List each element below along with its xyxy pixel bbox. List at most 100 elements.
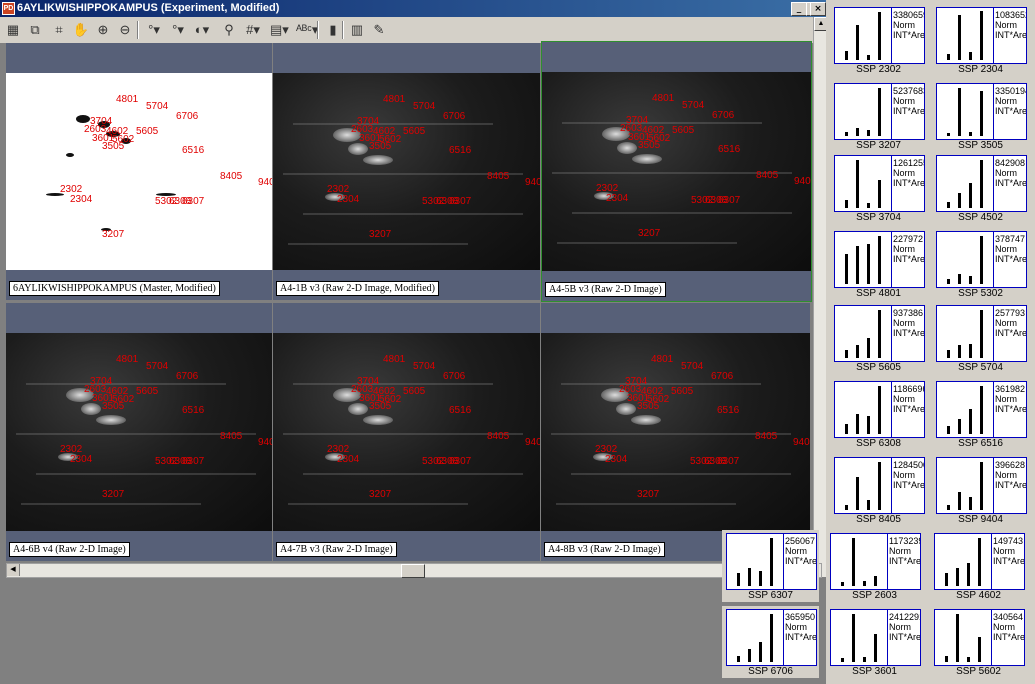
spot-label[interactable]: 6706 [176, 111, 198, 122]
spot-label[interactable]: 5605 [136, 386, 158, 397]
spot-label[interactable]: 2304 [70, 454, 92, 465]
minimize-button[interactable]: _ [791, 2, 807, 16]
spot-label[interactable]: 6706 [712, 110, 734, 121]
spot-label[interactable]: 6706 [711, 371, 733, 382]
spot-label[interactable]: 6706 [443, 111, 465, 122]
spot-label[interactable]: 9404 [793, 437, 810, 448]
spot-label[interactable]: 6307 [717, 456, 739, 467]
spot-label[interactable]: 6516 [717, 405, 739, 416]
spot-label[interactable]: 4801 [651, 354, 673, 365]
ssp-plot-tile[interactable]: 842908NormINT*Area SSP 4502 [932, 152, 1029, 224]
gel-image[interactable]: 4801 5704 6706 5605 3704 2603 4602 3601 5602 3505… [273, 333, 540, 531]
spot-label[interactable]: 5605 [136, 126, 158, 137]
spot-label[interactable]: 6516 [182, 145, 204, 156]
spot-label[interactable]: 3207 [102, 229, 124, 240]
zoom-in-icon[interactable]: ⊕ [94, 21, 112, 39]
ssp-plot-tile[interactable]: 12612554NormINT*Area SSP 3704 [830, 152, 927, 224]
spot-label[interactable]: 2304 [605, 454, 627, 465]
match-icon[interactable]: ⚲ [220, 21, 238, 39]
ssp-plot-tile[interactable]: 3350194NormINT*Area SSP 3505 [932, 80, 1029, 152]
spot-label[interactable]: 4801 [652, 93, 674, 104]
zoom-out-icon[interactable]: ⊖ [116, 21, 134, 39]
spot-label[interactable]: 5704 [413, 361, 435, 372]
spot-label[interactable]: 5704 [413, 101, 435, 112]
ssp-plot-tile[interactable]: 5237683NormINT*Area SSP 3207 [830, 80, 927, 152]
gel-panel-a4-6b[interactable]: 4801 5704 6706 5605 3704 2603 4602 3601 5602 3505… [6, 303, 272, 561]
ssp-plot-tile[interactable]: 227972NormINT*Area SSP 4801 [830, 228, 927, 300]
spot-label[interactable]: 4801 [383, 354, 405, 365]
spot-label[interactable]: 8405 [487, 431, 509, 442]
spot-label[interactable]: 3505 [102, 141, 124, 152]
spot-edit-icon[interactable]: °▾ [169, 21, 187, 39]
gel-panel-a4-1b[interactable]: 4801 5704 6706 5605 3704 2603 4602 3601 5602 3505… [273, 43, 540, 300]
spot-label[interactable]: 6516 [449, 405, 471, 416]
ssp-plot-tile[interactable]: 396628NormINT*Area SSP 9404 [932, 454, 1029, 526]
spot-label[interactable]: 5605 [403, 126, 425, 137]
ssp-plot-tile[interactable]: 937386NormINT*Area SSP 5605 [830, 302, 927, 374]
spot-label[interactable]: 6516 [182, 405, 204, 416]
spot-label[interactable]: 9404 [258, 437, 272, 448]
spot-label[interactable]: 6307 [449, 196, 471, 207]
spot-label[interactable]: 9404 [258, 177, 272, 188]
ssp-plot-tile[interactable]: 257793NormINT*Area SSP 5704 [932, 302, 1029, 374]
spot-label[interactable]: 3505 [638, 140, 660, 151]
spot-label[interactable]: 2304 [70, 194, 92, 205]
spot-label[interactable]: 5605 [672, 125, 694, 136]
ssp-plot-tile[interactable]: 3380659NormINT*Area SSP 2302 [830, 4, 927, 76]
spot-label[interactable]: 6706 [176, 371, 198, 382]
ssp-plot-tile[interactable]: 340564NormINT*Area SSP 5602 [930, 606, 1027, 678]
horizontal-scroll-thumb[interactable] [401, 564, 425, 578]
spot-label[interactable]: 4801 [116, 94, 138, 105]
spot-label[interactable]: 6706 [443, 371, 465, 382]
gel-panel-a4-8b[interactable]: 4801 5704 6706 5605 3704 2603 4602 3601 5602 3505… [541, 303, 810, 561]
ssp-plot-tile[interactable]: 378747NormINT*Area SSP 5302 [932, 228, 1029, 300]
ssp-plot-tile[interactable]: 11732397NormINT*Area SSP 2603 [826, 530, 923, 602]
spot-label[interactable]: 9404 [794, 176, 811, 187]
spot-label[interactable]: 9404 [525, 437, 540, 448]
spot-label[interactable]: 3207 [369, 229, 391, 240]
spot-label[interactable]: 8405 [220, 431, 242, 442]
spot-label[interactable]: 3505 [637, 401, 659, 412]
gel-image[interactable]: 4801 5704 6706 5605 3704 2603 4602 3601 5602 3505… [6, 73, 272, 270]
gel-panel-a4-5b[interactable]: 4801 5704 6706 5605 3704 2603 4602 3601 5602 3505… [541, 41, 812, 302]
gel-image[interactable]: 4801 5704 6706 5605 3704 2603 4602 3601 5602 3505… [273, 73, 540, 270]
spot-label[interactable]: 3207 [638, 228, 660, 239]
spot-label[interactable]: 3207 [369, 489, 391, 500]
spot-label[interactable]: 2304 [337, 454, 359, 465]
spot-label[interactable]: 8405 [755, 431, 777, 442]
spot-label[interactable]: 3207 [102, 489, 124, 500]
hand-pan-icon[interactable]: ✋ [72, 21, 90, 39]
spot-label[interactable]: 5704 [681, 361, 703, 372]
spot-label[interactable]: 3505 [102, 401, 124, 412]
spot-label[interactable]: 8405 [756, 170, 778, 181]
ssp-plot-tile[interactable]: 361982NormINT*Area SSP 6516 [932, 378, 1029, 450]
gel-image[interactable]: 4801 5704 6706 5605 3704 2603 4602 3601 5602 3505… [6, 333, 272, 531]
spot-label[interactable]: 8405 [487, 171, 509, 182]
spot-label[interactable]: 6307 [182, 196, 204, 207]
spot-label[interactable]: 6307 [718, 195, 740, 206]
label-abc-icon[interactable]: ᴬᴮᶜ▾ [296, 21, 318, 39]
grid-view-icon[interactable]: ▦ [4, 21, 22, 39]
spot-label[interactable]: 5704 [146, 361, 168, 372]
spot-label[interactable]: 6516 [449, 145, 471, 156]
gel-image[interactable]: 4801 5704 6706 5605 3704 2603 4602 3601 5602 3505… [541, 333, 810, 531]
close-button[interactable]: × [810, 2, 826, 16]
spot-label[interactable]: 2304 [337, 194, 359, 205]
ssp-plot-tile[interactable]: 1083652NormINT*Area SSP 2304 [932, 4, 1029, 76]
spot-label[interactable]: 3505 [369, 141, 391, 152]
notes-icon[interactable]: ✎ [370, 21, 388, 39]
ssp-plot-tile[interactable]: 365950NormINT*Area SSP 6706 [722, 606, 819, 678]
report-icon[interactable]: ▥ [348, 21, 366, 39]
spot-label[interactable]: 8405 [220, 171, 242, 182]
spot-label[interactable]: 2304 [606, 193, 628, 204]
spot-label[interactable]: 4801 [116, 354, 138, 365]
ssp-plot-tile[interactable]: 1186696NormINT*Area SSP 6308 [830, 378, 927, 450]
spot-tool-icon[interactable]: °▾ [145, 21, 163, 39]
spot-label[interactable]: 6307 [449, 456, 471, 467]
gel-image[interactable]: 4801 5704 6706 5605 3704 2603 4602 3601 5602 3505… [542, 72, 811, 271]
grid-tool-icon[interactable]: #▾ [244, 21, 262, 39]
title-bar[interactable]: PD 6AYLIKWISHIPPOKAMPUS (Experiment, Mod… [0, 0, 826, 17]
vertical-scrollbar[interactable]: ▲ [813, 17, 828, 577]
ssp-plot-tile[interactable]: 149743NormINT*Area SSP 4602 [930, 530, 1027, 602]
spot-label[interactable]: 5605 [671, 386, 693, 397]
